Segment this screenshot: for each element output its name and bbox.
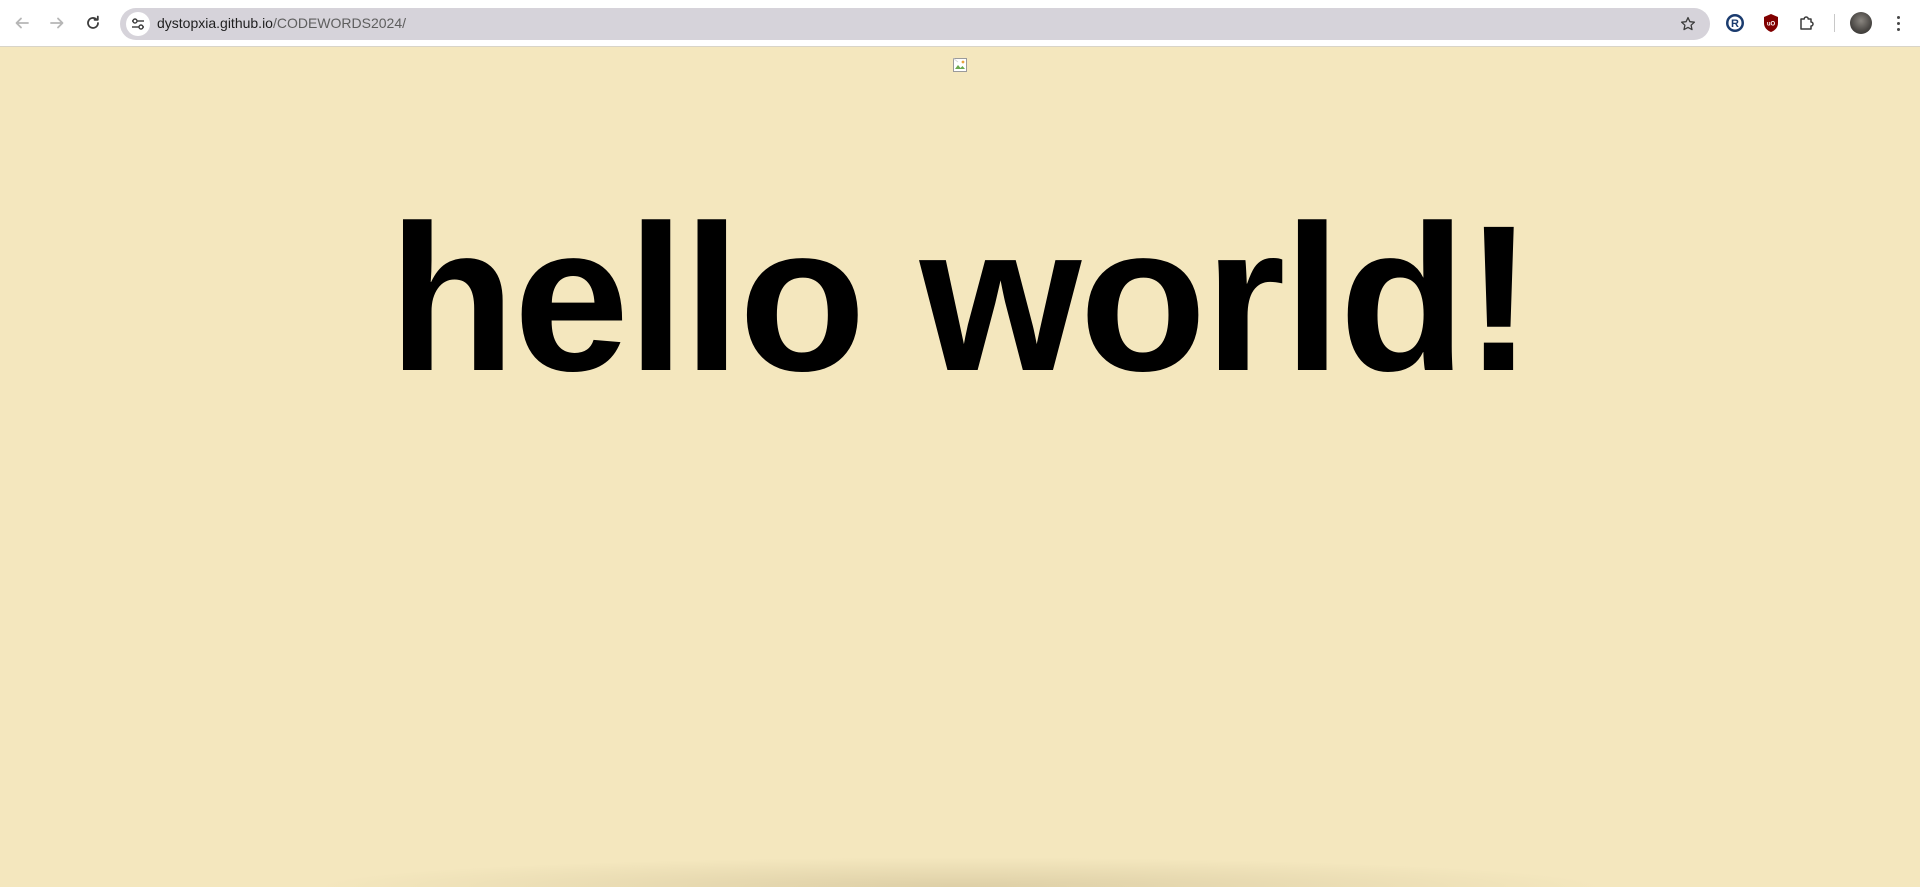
star-icon — [1680, 16, 1696, 31]
reload-icon — [87, 15, 99, 29]
reload-button[interactable] — [79, 9, 107, 37]
browser-toolbar: dystopxia.github.io/CODEWORDS2024/ R uO — [0, 0, 1920, 47]
bookmark-button[interactable] — [1678, 14, 1698, 34]
svg-text:uO: uO — [1767, 22, 1776, 28]
toolbar-divider — [1834, 14, 1835, 32]
tune-icon — [132, 18, 144, 30]
forward-button[interactable] — [43, 9, 71, 37]
r-logo-icon: R — [1726, 14, 1744, 32]
page-headline: hello world! — [388, 183, 1533, 415]
arrow-left-icon — [15, 17, 29, 29]
svg-text:R: R — [1731, 18, 1739, 30]
kebab-menu-icon[interactable] — [1888, 12, 1908, 34]
bottom-shadow — [310, 857, 1610, 887]
profile-avatar[interactable] — [1850, 12, 1872, 34]
address-bar[interactable]: dystopxia.github.io/CODEWORDS2024/ — [120, 8, 1710, 40]
shield-icon: uO — [1764, 14, 1778, 32]
broken-image-icon — [953, 58, 967, 72]
site-info-button[interactable] — [126, 12, 150, 36]
back-button[interactable] — [8, 9, 36, 37]
puzzle-icon — [1800, 16, 1814, 30]
extensions-button[interactable] — [1796, 12, 1818, 34]
url-host: dystopxia.github.io — [157, 15, 273, 31]
extension-ublock-button[interactable]: uO — [1760, 12, 1782, 34]
extension-r-button[interactable]: R — [1724, 12, 1746, 34]
arrow-right-icon — [50, 17, 64, 29]
url-text[interactable]: dystopxia.github.io/CODEWORDS2024/ — [157, 15, 406, 31]
url-path: /CODEWORDS2024/ — [272, 15, 407, 31]
